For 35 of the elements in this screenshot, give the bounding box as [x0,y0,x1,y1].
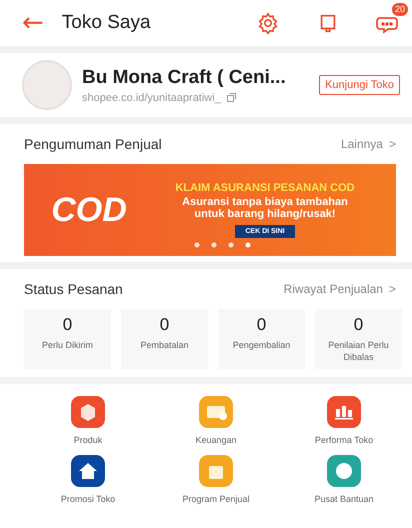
order-status-label: Pembatalan [140,339,189,352]
carousel-dots-icon [194,242,252,248]
copy-icon[interactable] [226,92,237,103]
order-status-label: Penilaian Perlu Dibalas [327,339,390,364]
order-count: 0 [62,315,72,335]
notification-badge: 20 [392,3,408,16]
menu-item[interactable]: Pusat Bantuan [280,455,408,504]
section-title: Pengumuman Penjual [24,136,162,152]
shop-name: Bu Mona Craft ( Ceni... [82,66,287,88]
visit-shop-button[interactable]: Kunjungi Toko [319,75,400,95]
order-status-card[interactable]: 0 Penilaian Perlu Dibalas [315,309,402,369]
order-status-card[interactable]: 0 Pengembalian [218,309,305,369]
menu-item[interactable]: Keuangan [152,396,280,445]
order-count: 0 [256,315,266,335]
banner-logo: COD [50,190,128,230]
section-title: Status Pesanan [24,281,123,297]
order-count: 0 [354,315,364,335]
shop-avatar [22,60,72,110]
back-button[interactable]: ← [22,10,44,36]
settings-icon [257,12,279,34]
menu-item[interactable]: Promosi Toko [24,455,152,504]
more-link[interactable]: Lainnya > [340,137,396,151]
order-status-card[interactable]: 0 Pembatalan [121,309,208,369]
shop-url: shopee.co.id/yunitaapratiwi_ [82,92,221,104]
menu-item[interactable]: Program Penjual [152,455,280,504]
page-title: Toko Saya [62,12,152,34]
order-status-label: Pengembalian [232,339,290,352]
order-count: 0 [160,315,170,335]
banner-headline: KLAIM ASURANSI PESANAN COD [175,182,355,194]
banner-text: Asuransi tanpa biaya tambahan untuk barang hilang/rusak! [181,196,349,220]
menu-item[interactable]: Produk [24,396,152,445]
sales-history-link[interactable]: Riwayat Penjualan > [284,282,396,296]
order-status-label: Perlu Dikirim [42,339,93,352]
order-status-card[interactable]: 0 Perlu Dikirim [24,309,111,369]
menu-item[interactable]: Performa Toko [280,396,408,445]
